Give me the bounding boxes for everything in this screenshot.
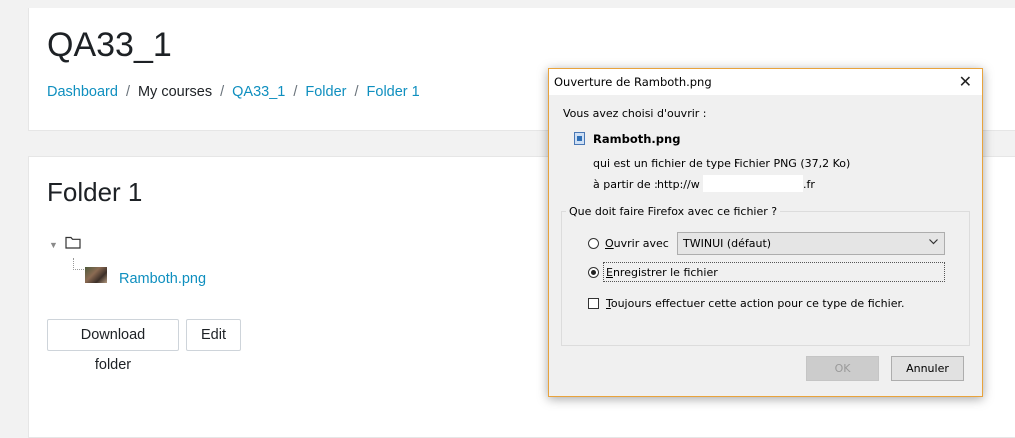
breadcrumb-folder-1[interactable]: Folder 1 [367, 84, 420, 100]
breadcrumb-dashboard[interactable]: Dashboard [47, 84, 118, 100]
open-with-app: TWINUI (défaut) [683, 237, 772, 250]
dialog-titlebar[interactable]: Ouverture de Ramboth.png ✕ [549, 69, 982, 95]
image-thumbnail-icon [85, 267, 107, 283]
breadcrumb-course[interactable]: QA33_1 [232, 84, 285, 100]
folder-title: Folder 1 [47, 177, 143, 207]
tree-toggle-icon[interactable]: ▼ [49, 240, 58, 250]
save-accesskey: E [606, 266, 613, 279]
dialog-filename: Ramboth.png [593, 132, 681, 146]
folder-icon [65, 235, 81, 254]
source-label: à partir de : [593, 178, 658, 191]
ok-button[interactable]: OK [806, 356, 879, 381]
dialog-title: Ouverture de Ramboth.png [554, 75, 712, 89]
dialog-intro: Vous avez choisi d'ouvrir : [563, 107, 707, 120]
file-type-value: Fichier PNG (37,2 Ko) [734, 157, 851, 170]
png-file-icon [574, 132, 585, 145]
source-url-prefix: http://w [657, 178, 700, 191]
save-file-label[interactable]: Enregistrer le fichier [606, 266, 718, 279]
open-with-select[interactable]: TWINUI (défaut) [677, 232, 945, 255]
close-icon[interactable]: ✕ [959, 72, 972, 91]
open-with-label[interactable]: Ouvrir avec [605, 237, 669, 250]
breadcrumb: Dashboard / My courses / QA33_1 / Folder… [47, 84, 420, 100]
page-title: QA33_1 [47, 26, 172, 64]
open-file-dialog: Ouverture de Ramboth.png ✕ Vous avez cho… [548, 68, 983, 397]
breadcrumb-my-courses: My courses [137, 84, 213, 100]
save-file-radio[interactable] [588, 267, 599, 278]
open-with-accesskey: O [605, 237, 614, 250]
file-type-label: qui est un fichier de type : [593, 157, 739, 170]
always-label[interactable]: Toujours effectuer cette action pour ce … [606, 297, 904, 310]
download-folder-button[interactable]: Download folder [47, 319, 179, 373]
source-url-suffix: .fr [803, 178, 815, 191]
redacted-url [703, 175, 803, 192]
always-text: oujours effectuer cette action pour ce t… [610, 297, 905, 310]
open-with-radio[interactable] [588, 238, 599, 249]
breadcrumb-folder[interactable]: Folder [305, 84, 346, 100]
open-with-text: uvrir avec [613, 237, 669, 250]
breadcrumb-separator: / [125, 84, 130, 100]
cancel-button[interactable]: Annuler [891, 356, 964, 381]
breadcrumb-separator: / [293, 84, 298, 100]
edit-button[interactable]: Edit [186, 319, 241, 351]
always-checkbox[interactable] [588, 298, 599, 309]
chevron-down-icon [928, 236, 939, 250]
breadcrumb-separator: / [354, 84, 359, 100]
save-text: nregistrer le fichier [612, 266, 718, 279]
action-question: Que doit faire Firefox avec ce fichier ? [566, 205, 781, 218]
breadcrumb-separator: / [220, 84, 225, 100]
file-link-ramboth[interactable]: Ramboth.png [119, 271, 206, 287]
